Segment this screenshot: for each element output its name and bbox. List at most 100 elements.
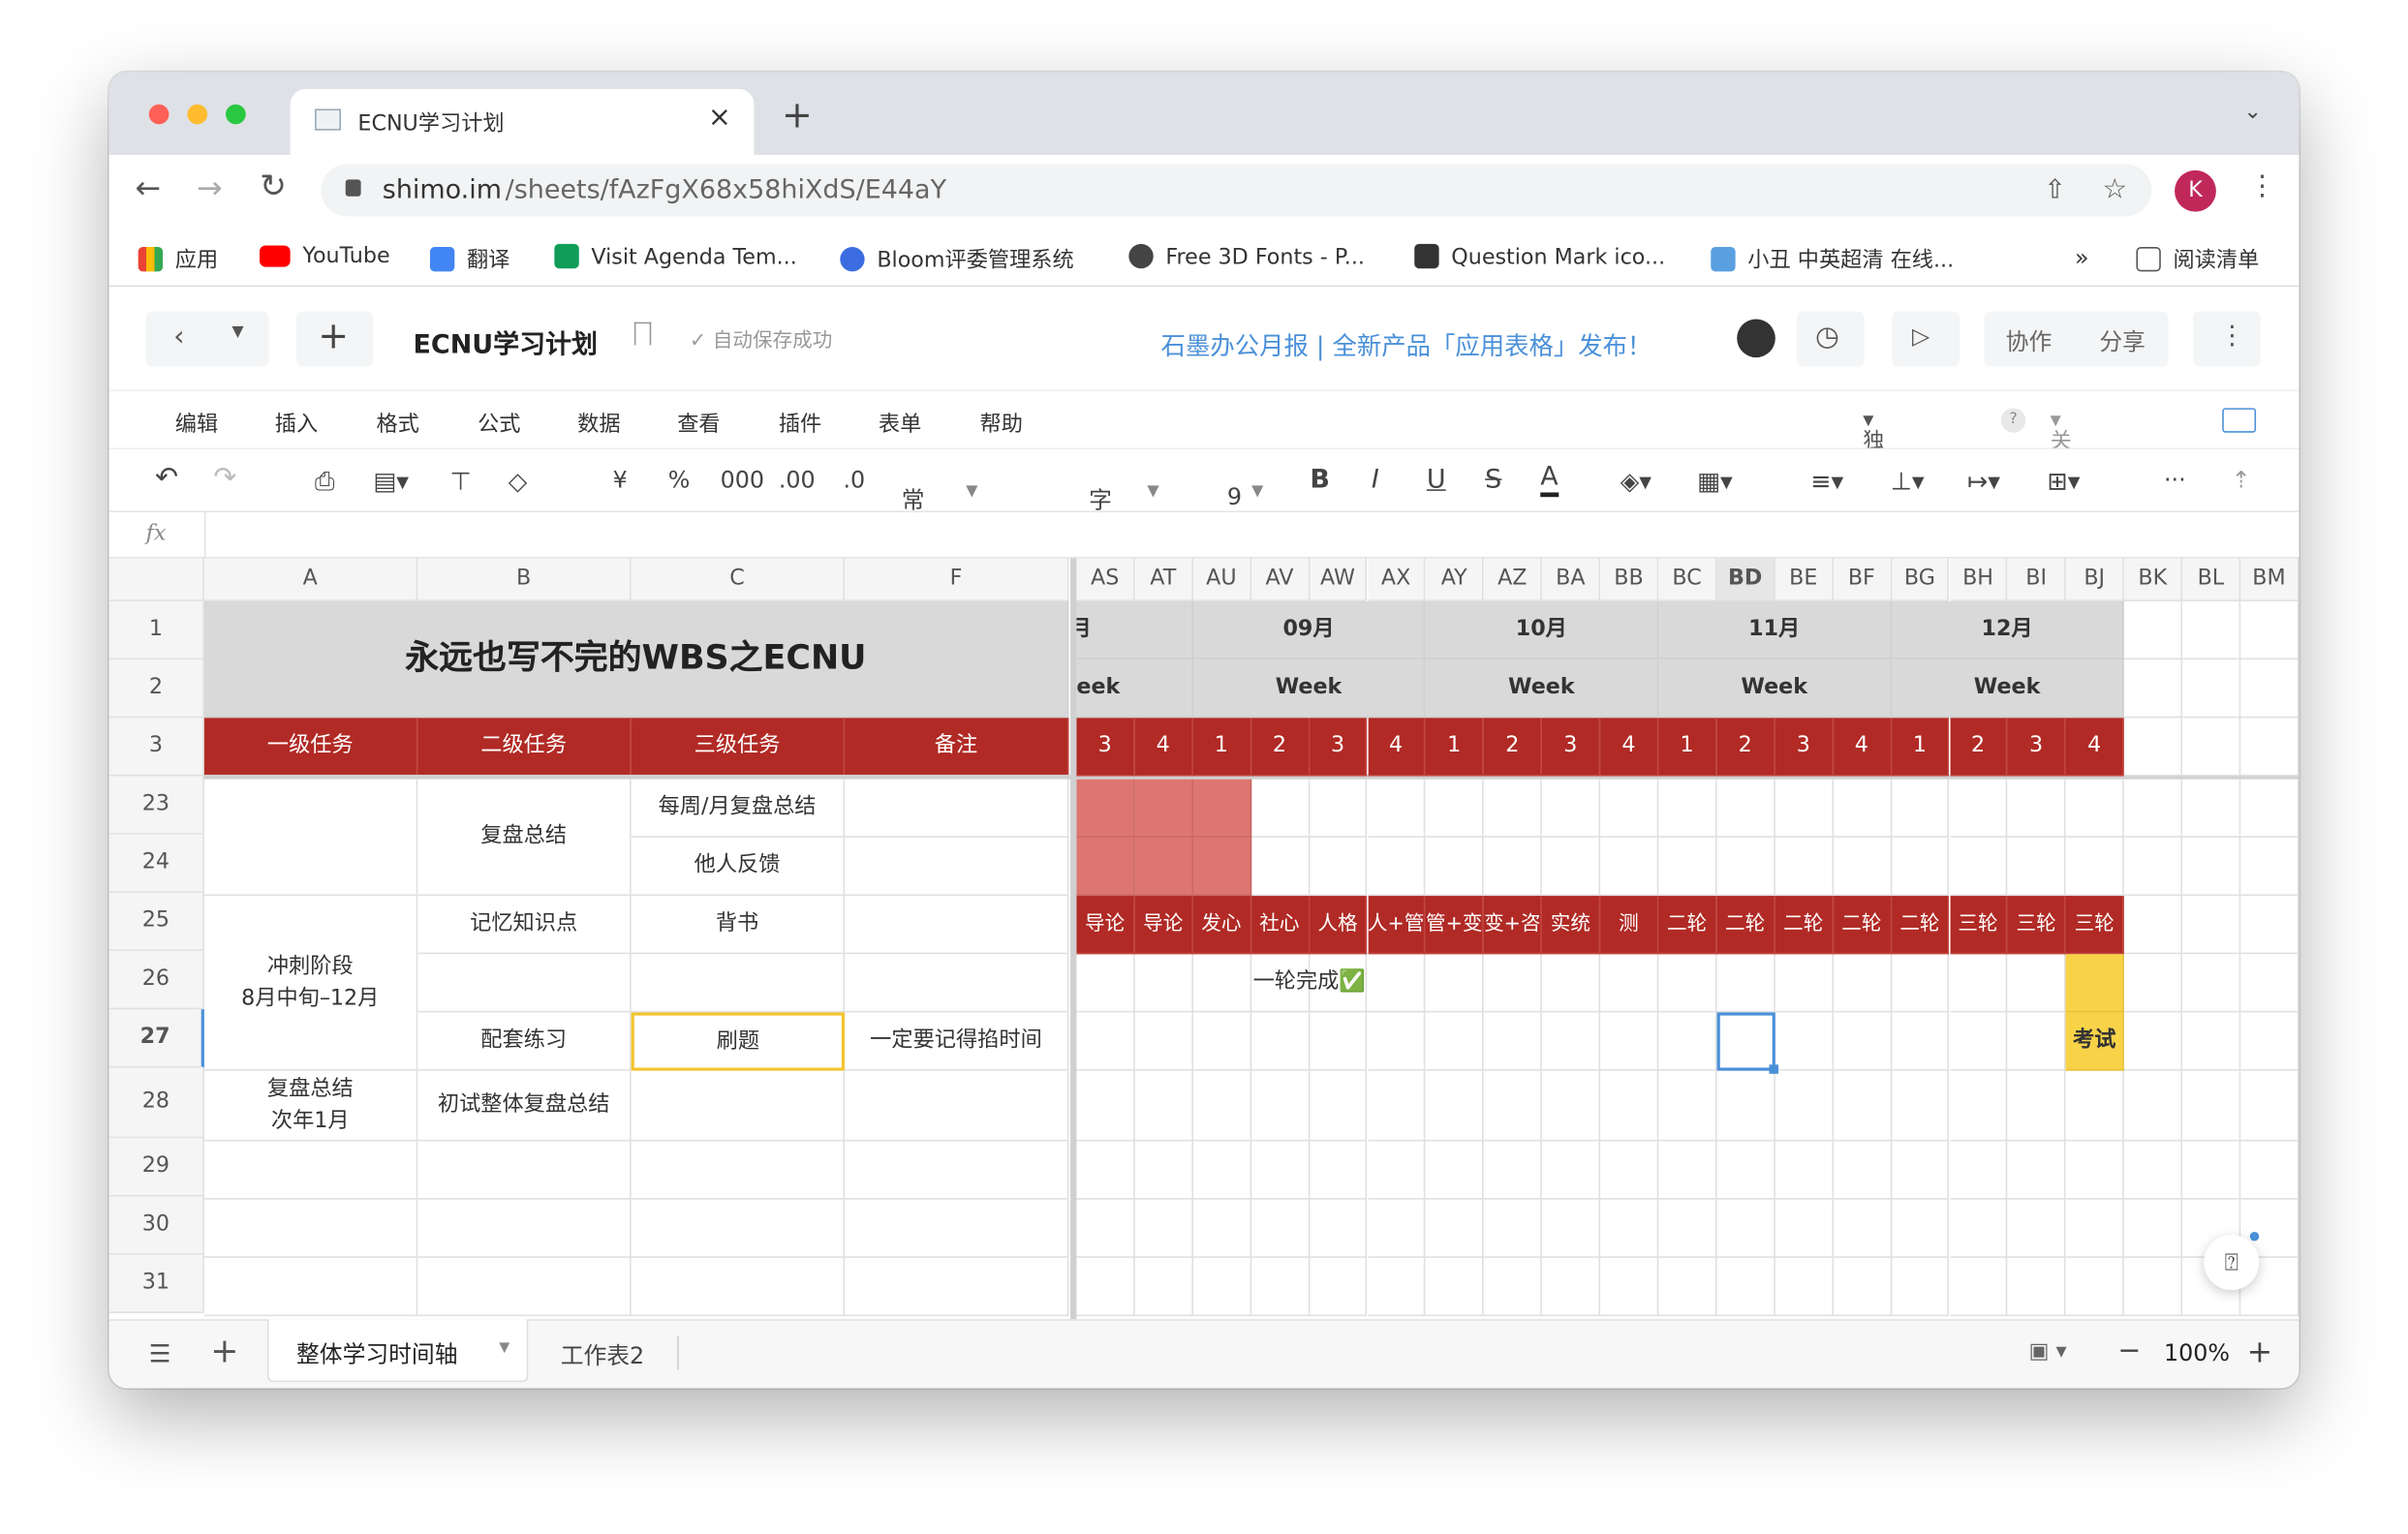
grid-cell[interactable] bbox=[1192, 1199, 1251, 1258]
column-header-BC[interactable]: BC bbox=[1658, 558, 1717, 601]
grid-cell[interactable] bbox=[1775, 1012, 1834, 1071]
browser-tab[interactable]: ECNU学习计划 × bbox=[290, 88, 755, 155]
grid-cell[interactable] bbox=[2007, 779, 2066, 838]
week-number-cell[interactable]: 2 bbox=[1949, 718, 2008, 777]
grid-cell[interactable] bbox=[2124, 837, 2183, 897]
grid-cell[interactable] bbox=[1250, 1070, 1310, 1142]
grid-cell[interactable] bbox=[2182, 837, 2241, 897]
grid-cell[interactable] bbox=[1484, 1141, 1543, 1200]
decrease-decimal-button[interactable]: .0 bbox=[843, 467, 865, 495]
f-cell[interactable] bbox=[845, 1070, 1069, 1142]
grid-cell[interactable] bbox=[2065, 1141, 2125, 1200]
grid-cell[interactable] bbox=[1658, 837, 1717, 897]
grid-cell[interactable] bbox=[2124, 1141, 2183, 1200]
gantt-task-cell[interactable]: 二轮 bbox=[1716, 896, 1775, 955]
week-number-cell[interactable]: 1 bbox=[1658, 718, 1717, 777]
empty-cell[interactable] bbox=[2124, 600, 2183, 660]
grid-cell[interactable] bbox=[1134, 1070, 1193, 1142]
gantt-task-cell[interactable]: 二轮 bbox=[1891, 896, 1950, 955]
gantt-pink-cell[interactable] bbox=[1192, 779, 1251, 838]
grid-cell[interactable] bbox=[2124, 1199, 2183, 1258]
grid-cell[interactable] bbox=[2240, 1070, 2300, 1142]
grid-cell[interactable] bbox=[1425, 837, 1485, 897]
back-icon[interactable]: ← bbox=[136, 169, 162, 205]
menu-view[interactable]: 查看 bbox=[677, 408, 720, 439]
grid-cell[interactable] bbox=[1658, 954, 1717, 1013]
column-header-BE[interactable]: BE bbox=[1775, 558, 1834, 601]
empty-cell[interactable] bbox=[203, 1199, 418, 1258]
grid-cell[interactable] bbox=[1775, 837, 1834, 897]
row-header-31[interactable]: 31 bbox=[108, 1254, 204, 1313]
comment-panel-icon[interactable] bbox=[2222, 408, 2257, 433]
c-cell[interactable] bbox=[631, 1070, 846, 1142]
browser-menu-icon[interactable]: ⋮ bbox=[2248, 170, 2276, 202]
empty-cell[interactable] bbox=[417, 1199, 632, 1258]
grid-cell[interactable] bbox=[1250, 1199, 1310, 1258]
empty-cell[interactable] bbox=[2182, 600, 2241, 660]
grid-cell[interactable] bbox=[1716, 1257, 1775, 1317]
gantt-task-cell[interactable]: 社心 bbox=[1250, 896, 1310, 955]
grid-cell[interactable] bbox=[2007, 1257, 2066, 1317]
grid-cell[interactable] bbox=[2065, 837, 2125, 897]
header-cell[interactable]: 二级任务 bbox=[417, 718, 632, 777]
column-header-B[interactable]: B bbox=[417, 558, 632, 601]
vertical-align-icon[interactable]: ⊥▾ bbox=[1891, 467, 1925, 496]
c-drill-cell-selected[interactable]: 刷题 bbox=[631, 1012, 846, 1071]
grid-cell[interactable] bbox=[1891, 1199, 1950, 1258]
empty-cell[interactable] bbox=[845, 1141, 1069, 1200]
grid-cell[interactable] bbox=[1309, 1012, 1368, 1071]
grid-cell[interactable] bbox=[1134, 1257, 1193, 1317]
focus-selection-toggle[interactable]: 关注选区 ▾ bbox=[2051, 408, 2072, 546]
grid-cell[interactable] bbox=[1542, 837, 1601, 897]
thousands-button[interactable]: 000 bbox=[721, 467, 764, 495]
grid-cell[interactable] bbox=[2240, 1012, 2300, 1071]
gantt-pink-cell[interactable] bbox=[1192, 837, 1251, 897]
grid-cell[interactable] bbox=[1658, 779, 1717, 838]
grid-cell[interactable] bbox=[1891, 837, 1950, 897]
column-header-AZ[interactable]: AZ bbox=[1484, 558, 1543, 601]
gantt-pink-cell[interactable] bbox=[1134, 779, 1193, 838]
grid-cell[interactable] bbox=[2240, 896, 2300, 955]
grid-cell[interactable] bbox=[1949, 779, 2008, 838]
view-mode-icon[interactable]: ▣ ▾ bbox=[2028, 1339, 2066, 1364]
paste-icon[interactable]: ▤▾ bbox=[373, 467, 409, 496]
text-color-button[interactable]: A bbox=[1540, 462, 1559, 498]
grid-cell[interactable] bbox=[1775, 1199, 1834, 1258]
announcement-link[interactable]: 石墨办公月报 | 全新产品「应用表格」发布！ bbox=[1161, 325, 1652, 362]
column-header-BJ[interactable]: BJ bbox=[2065, 558, 2125, 601]
row-header-1[interactable]: 1 bbox=[108, 600, 204, 660]
percent-button[interactable]: % bbox=[668, 467, 691, 495]
grid-cell[interactable] bbox=[1425, 954, 1485, 1013]
column-header-BD[interactable]: BD bbox=[1716, 558, 1775, 601]
row-header-3[interactable]: 3 bbox=[108, 718, 204, 777]
grid-cell[interactable] bbox=[1250, 1141, 1310, 1200]
row-header-29[interactable]: 29 bbox=[108, 1138, 204, 1197]
column-header-AS[interactable]: AS bbox=[1076, 558, 1135, 601]
active-cell-cursor[interactable] bbox=[1716, 1012, 1775, 1071]
b-final-cell[interactable]: 初试整体复盘总结 bbox=[417, 1070, 632, 1142]
grid-cell[interactable] bbox=[1134, 1141, 1193, 1200]
month-cell[interactable]: 09月 bbox=[1192, 600, 1426, 660]
week-number-cell[interactable]: 4 bbox=[1134, 718, 1193, 777]
week-number-cell[interactable]: 3 bbox=[1076, 718, 1135, 777]
grid-cell[interactable] bbox=[1484, 1257, 1543, 1317]
sheet-tab-active[interactable]: 整体学习时间轴 ▼ bbox=[266, 1319, 529, 1383]
grid-cell[interactable] bbox=[2065, 1070, 2125, 1142]
week-number-cell[interactable]: 3 bbox=[1309, 718, 1368, 777]
grid-cell[interactable] bbox=[1367, 1141, 1426, 1200]
grid-cell[interactable] bbox=[1250, 1257, 1310, 1317]
grid-cell[interactable] bbox=[2007, 1141, 2066, 1200]
grid-cell[interactable] bbox=[1716, 954, 1775, 1013]
grid-cell[interactable] bbox=[1542, 1141, 1601, 1200]
week-number-cell[interactable]: 1 bbox=[1891, 718, 1950, 777]
c-weekly-cell[interactable]: 每周/月复盘总结 bbox=[631, 779, 846, 838]
grid-cell[interactable] bbox=[1484, 837, 1543, 897]
bookmarks-more[interactable]: » bbox=[2075, 244, 2089, 272]
grid-cell[interactable] bbox=[1833, 1141, 1892, 1200]
grid-cell[interactable] bbox=[2124, 1070, 2183, 1142]
grid-cell[interactable] bbox=[2065, 1257, 2125, 1317]
grid-cell[interactable] bbox=[1891, 1070, 1950, 1142]
collab-button[interactable]: 协作 bbox=[2006, 325, 2053, 357]
grid-cell[interactable] bbox=[1949, 1141, 2008, 1200]
empty-cell[interactable] bbox=[2182, 718, 2241, 777]
